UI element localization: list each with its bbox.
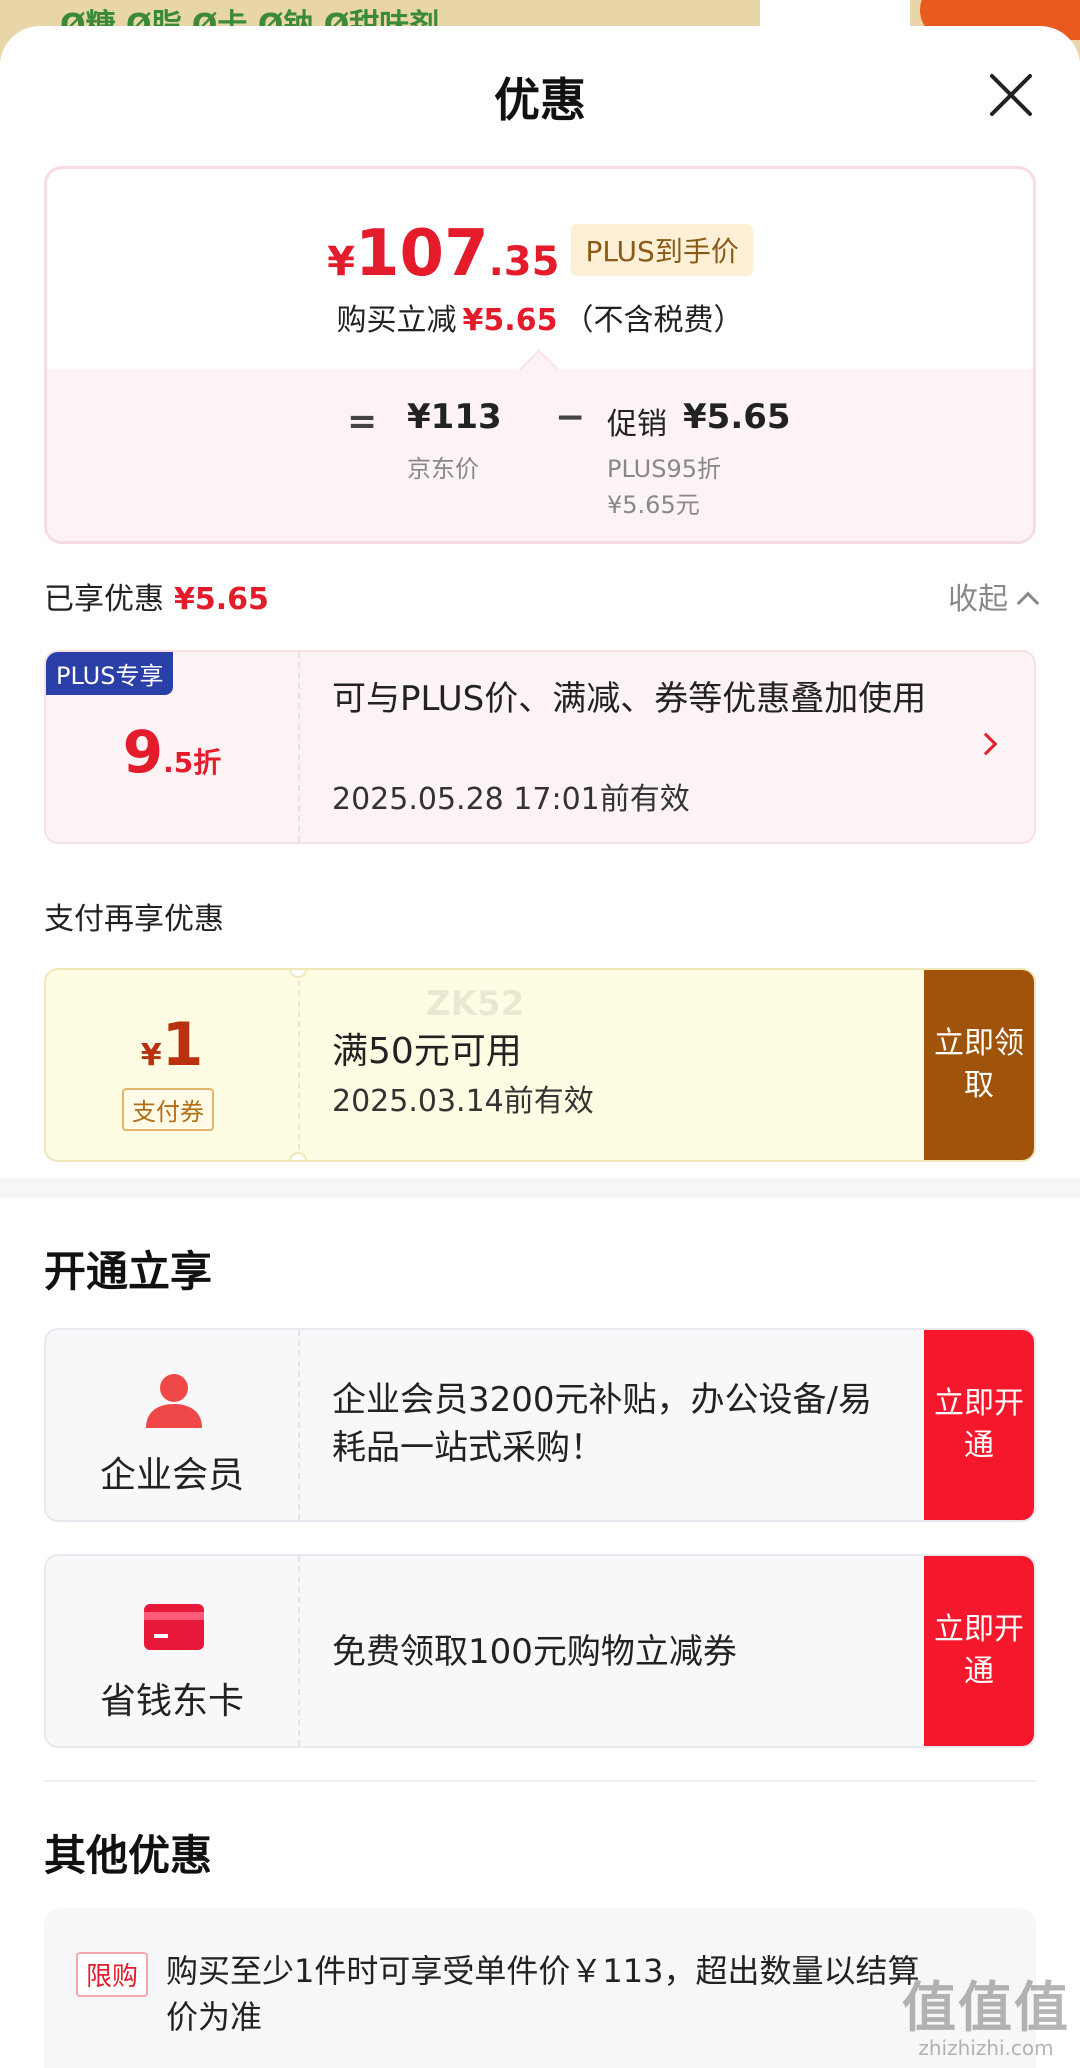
final-price-area: ¥107.35 PLUS到手价 购买立减 ¥5.65 （不含税费）: [47, 169, 1033, 369]
watermark-url: zhizhizhi.com: [918, 2036, 1054, 2060]
promo-value: ¥5.65: [683, 397, 791, 437]
limit-tag: 限购: [76, 1952, 149, 1997]
limit-description: 购买至少1件时可享受单件价￥113，超出数量以结算价为准: [166, 1952, 920, 2036]
person-icon: [146, 1374, 202, 1428]
card-icon: [144, 1604, 204, 1650]
pay-section-title: 支付再享优惠: [44, 902, 224, 937]
claim-now-button[interactable]: 立即领取: [924, 970, 1034, 1160]
offer-left: 省钱东卡: [46, 1556, 298, 1746]
coupon-expiry: 2025.03.14前有效: [332, 1084, 594, 1119]
equals-sign: =: [347, 401, 378, 442]
final-price: ¥107.35 PLUS到手价: [47, 217, 1033, 291]
site-watermark: 值值值 zhizhizhi.com: [902, 1963, 1070, 2060]
enjoyed-value: ¥5.65: [174, 582, 269, 617]
offer-name: 省钱东卡: [99, 1681, 244, 1722]
offer-divider: [298, 1556, 300, 1746]
coupon-notch: [289, 1152, 307, 1160]
open-now-button[interactable]: 立即开通: [924, 1556, 1034, 1746]
price-summary-card: ¥107.35 PLUS到手价 购买立减 ¥5.65 （不含税费） = ¥113 京东…: [44, 166, 1036, 544]
price-decimal: .35: [488, 239, 560, 285]
promo-label: 促销: [607, 407, 667, 442]
coupon-divider: [298, 970, 300, 1160]
watermark-logo: 值值值: [902, 1976, 1070, 2039]
jd-price-label: 京东价: [407, 455, 479, 483]
offer-divider: [298, 1330, 300, 1520]
watermark-text: ZK52: [426, 984, 525, 1024]
close-icon[interactable]: [986, 70, 1036, 120]
open-now-button[interactable]: 立即开通: [924, 1330, 1034, 1520]
discount-rate-dec: .5折: [163, 746, 222, 779]
chevron-up-icon: [1016, 591, 1040, 615]
promo-detail-name: PLUS95折: [607, 455, 721, 483]
coupon-amount: ¥1: [46, 1010, 298, 1080]
coupon-currency: ¥: [140, 1038, 162, 1073]
discount-rate: 9.5折: [46, 718, 298, 786]
coupon-amount-value: 1: [161, 1010, 204, 1080]
enjoyed-discount-row: 已享优惠 ¥5.65 收起: [44, 574, 1040, 618]
collapse-label: 收起: [948, 582, 1008, 617]
jd-price-value: ¥113: [407, 397, 502, 437]
price-calculation: = ¥113 京东价 − 促销 ¥5.65 PLUS95折 ¥5.65元: [347, 397, 847, 527]
section-divider: [44, 1780, 1036, 1782]
open-section-title: 开通立享: [44, 1247, 213, 1296]
reduce-suffix: （不含税费）: [563, 303, 744, 338]
sheet-header: 优惠: [0, 26, 1080, 146]
offer-left: 企业会员: [46, 1330, 298, 1520]
discount-sheet: 优惠 ¥107.35 PLUS到手价 购买立减 ¥5.65 （不含税费） = ¥113…: [0, 26, 1080, 2068]
payment-coupon: ¥1 支付券 ZK52 满50元可用 2025.03.14前有效 立即领取: [44, 968, 1036, 1162]
coupon-left: 9.5折: [46, 652, 298, 842]
other-section-title: 其他优惠: [44, 1831, 213, 1880]
enjoyed-label: 已享优惠: [44, 582, 164, 617]
reduce-value: ¥5.65: [462, 303, 558, 338]
plus-price-tag: PLUS到手价: [571, 224, 753, 276]
saving-card-offer[interactable]: 省钱东卡 免费领取100元购物立减券 立即开通: [44, 1554, 1036, 1748]
price-integer: 107: [355, 217, 489, 291]
coupon-left: ¥1 支付券: [46, 970, 298, 1160]
chevron-right-icon: [974, 732, 998, 756]
promo-detail-amount: ¥5.65元: [607, 491, 700, 519]
offer-name: 企业会员: [99, 1455, 244, 1496]
plus-discount-coupon[interactable]: PLUS专享 9.5折 可与PLUS价、满减、券等优惠叠加使用 2025.05.…: [44, 650, 1036, 844]
purchase-limit-info: 限购 购买至少1件时可享受单件价￥113，超出数量以结算价为准: [44, 1908, 1036, 2068]
coupon-description: 可与PLUS价、满减、券等优惠叠加使用: [332, 679, 927, 719]
coupon-divider: [298, 652, 300, 842]
coupon-body: 可与PLUS价、满减、券等优惠叠加使用 2025.05.28 17:01前有效: [332, 652, 1034, 842]
collapse-button[interactable]: 收起: [948, 574, 1040, 618]
sheet-title: 优惠: [494, 73, 586, 127]
payment-coupon-tag: 支付券: [122, 1088, 214, 1131]
minus-sign: −: [555, 397, 586, 438]
discount-rate-int: 9: [122, 718, 164, 786]
reduce-line: 购买立减 ¥5.65 （不含税费）: [47, 295, 1033, 339]
coupon-condition: 满50元可用: [332, 1031, 522, 1072]
enterprise-member-offer[interactable]: 企业会员 企业会员3200元补贴，办公设备/易耗品一站式采购！ 立即开通: [44, 1328, 1036, 1522]
reduce-prefix: 购买立减: [336, 303, 457, 338]
offer-description: 企业会员3200元补贴，办公设备/易耗品一站式采购！: [332, 1380, 872, 1468]
price-currency: ¥: [327, 239, 356, 285]
offer-description: 免费领取100元购物立减券: [332, 1632, 737, 1672]
coupon-expiry: 2025.05.28 17:01前有效: [332, 782, 690, 817]
price-breakdown: = ¥113 京东价 − 促销 ¥5.65 PLUS95折 ¥5.65元: [47, 369, 1033, 541]
section-gap: [0, 1178, 1080, 1198]
